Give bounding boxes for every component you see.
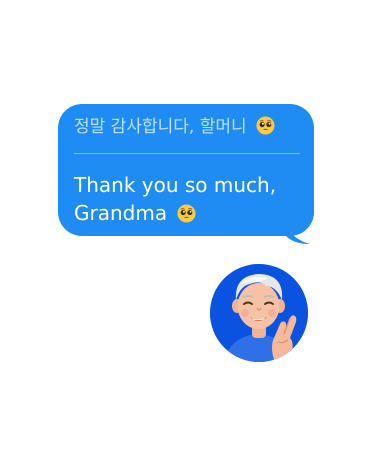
original-language-text: 정말 감사합니다, 할머니 <box>74 114 306 140</box>
pleading-face-icon <box>177 204 196 223</box>
translated-line-1: Thank you so much, <box>74 173 277 197</box>
message-canvas: 정말 감사합니다, 할머니 Thank you so much, Grandma <box>0 0 372 452</box>
pleading-face-icon <box>256 116 275 135</box>
translated-text: Thank you so much, Grandma <box>74 171 306 227</box>
sender-avatar[interactable] <box>210 264 308 362</box>
translated-line-2-wrap: Grandma <box>74 199 306 227</box>
translated-line-2: Grandma <box>74 201 168 225</box>
memoji-crossed-fingers-icon <box>210 264 308 362</box>
translation-divider <box>74 153 300 154</box>
original-text-label: 정말 감사합니다, 할머니 <box>74 117 247 137</box>
